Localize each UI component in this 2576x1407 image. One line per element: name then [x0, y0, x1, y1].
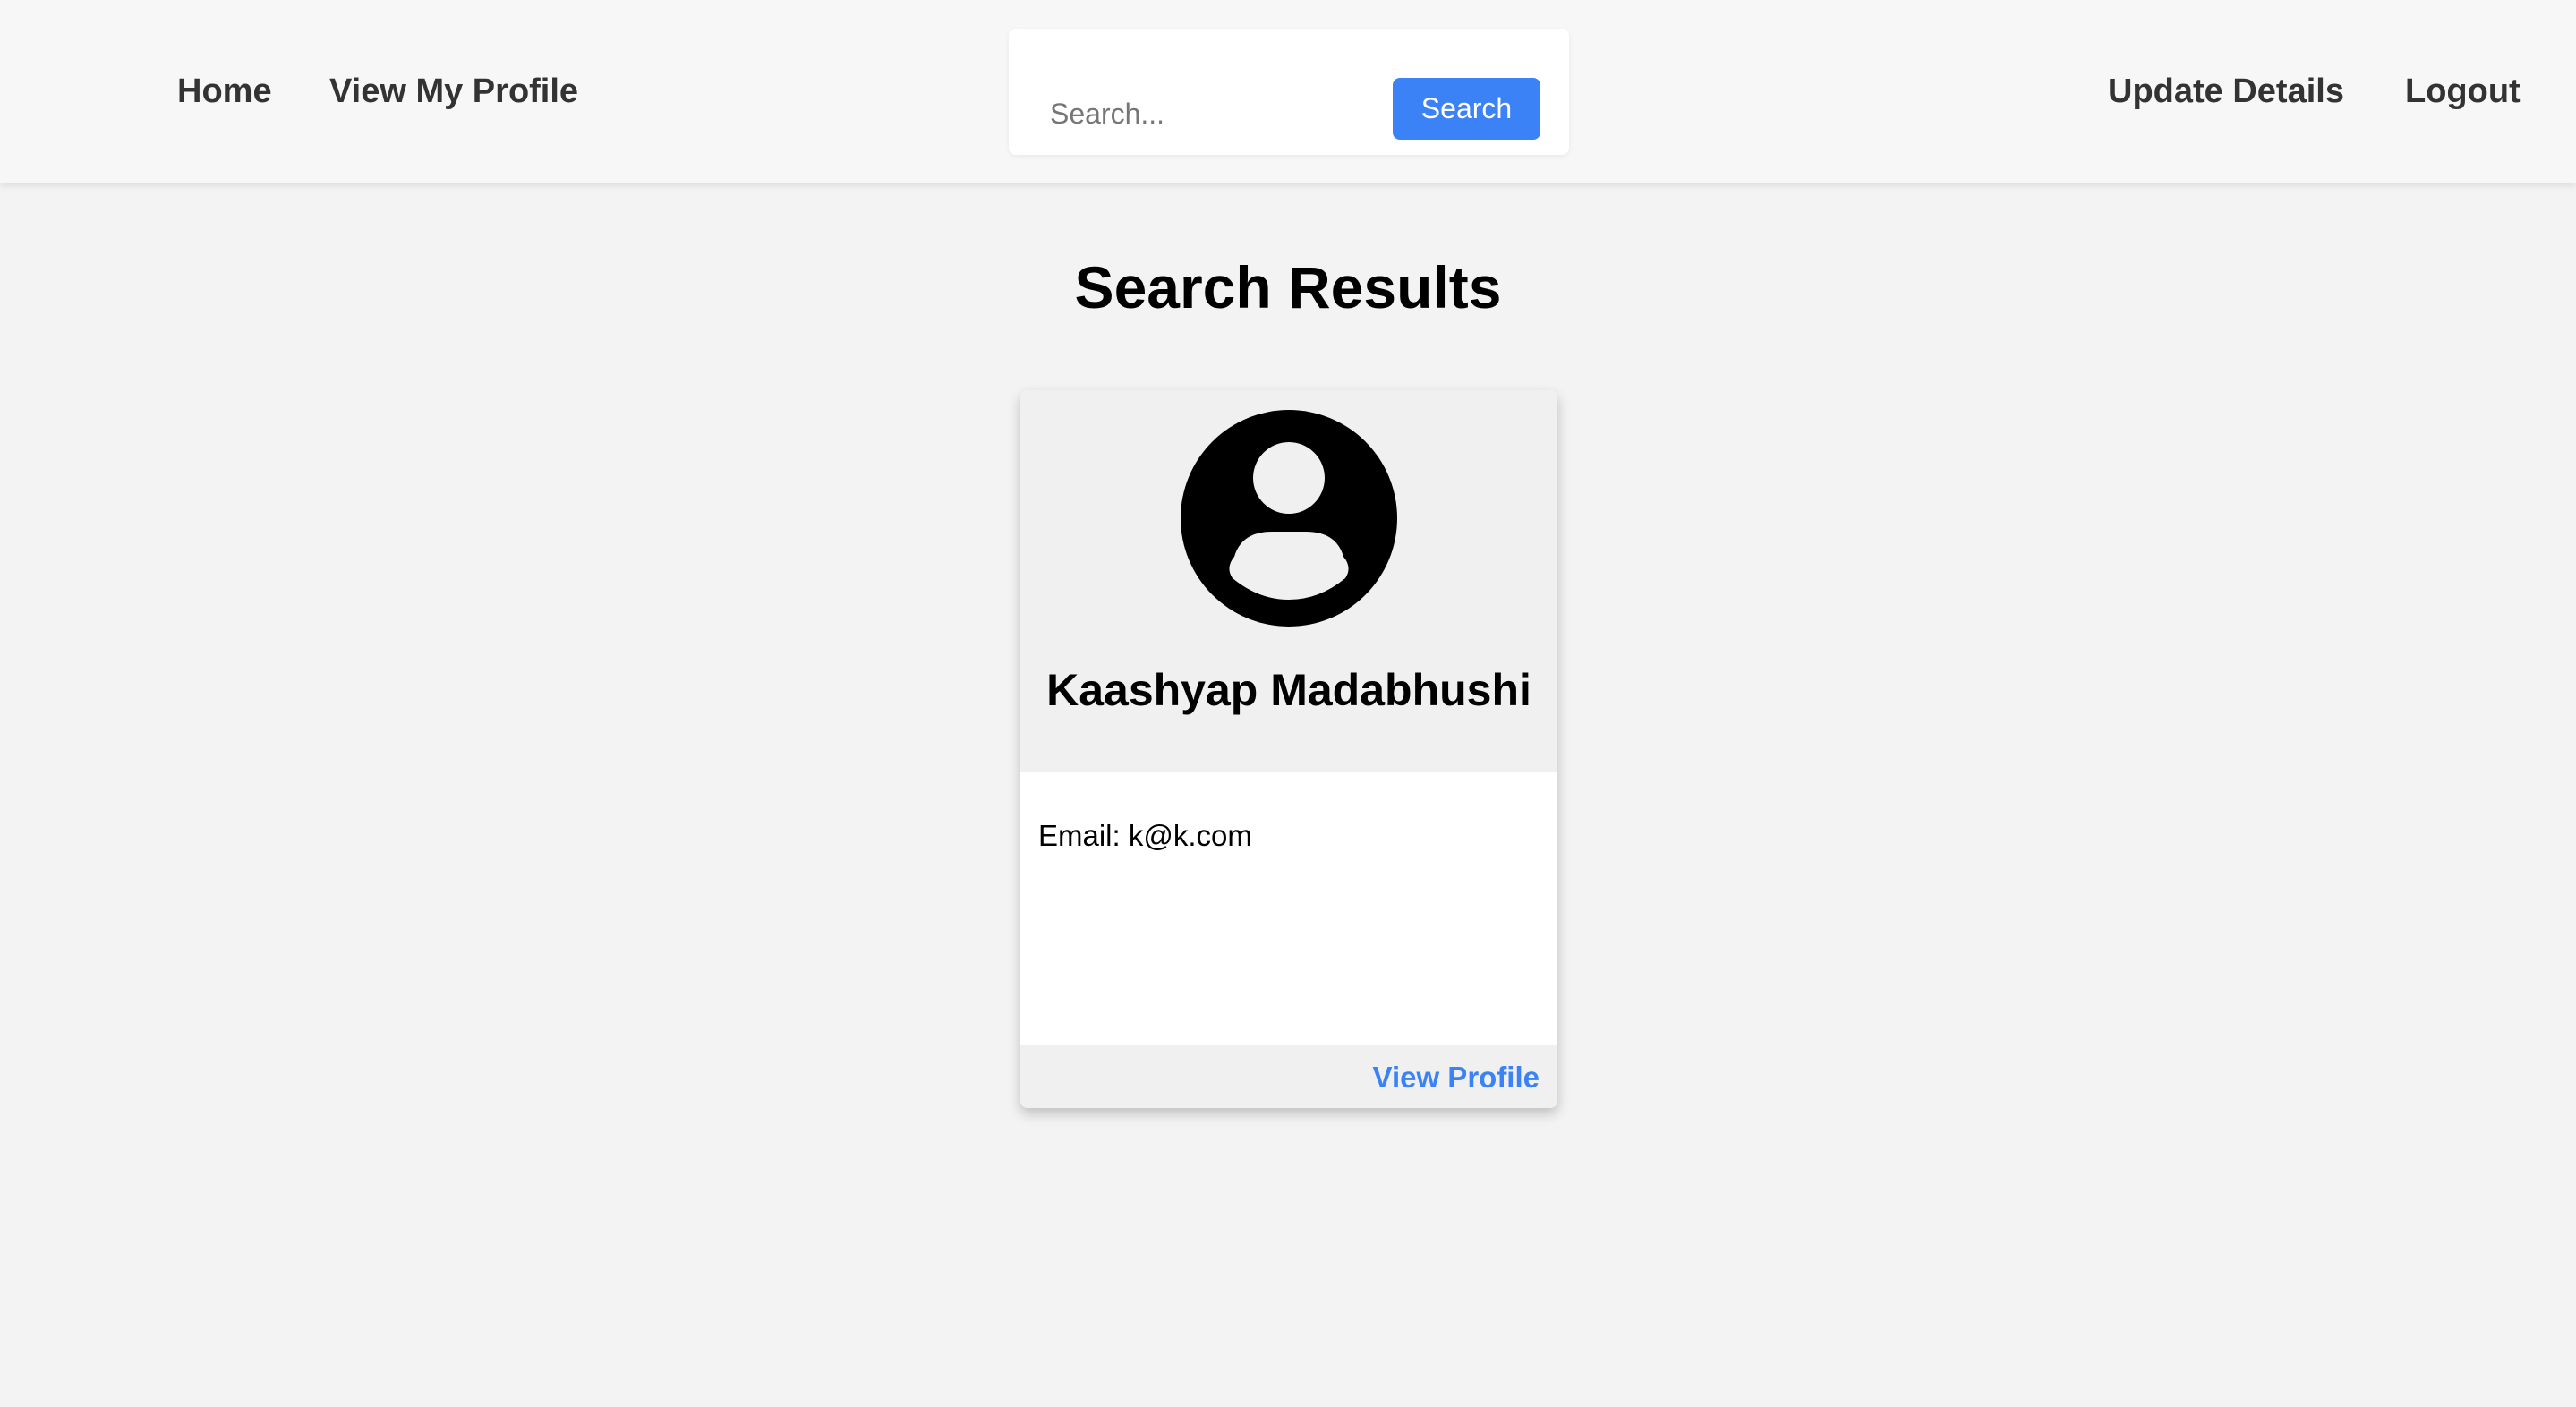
- card-header: Kaashyap Madabhushi: [1020, 390, 1557, 772]
- email-label: Email:: [1038, 819, 1121, 852]
- search-button[interactable]: Search: [1393, 78, 1540, 140]
- result-card: Kaashyap Madabhushi Email: k@k.com View …: [1020, 390, 1557, 1108]
- search-input[interactable]: [1050, 91, 1381, 136]
- nav-view-my-profile-link[interactable]: View My Profile: [329, 67, 578, 115]
- nav-home-link[interactable]: Home: [177, 67, 272, 115]
- top-navbar: Home View My Profile Search Update Detai…: [0, 0, 2576, 183]
- card-footer: View Profile: [1020, 1045, 1557, 1108]
- email-value: k@k.com: [1128, 819, 1252, 852]
- view-profile-link[interactable]: View Profile: [1373, 1058, 1540, 1097]
- search-form: Search: [1009, 29, 1569, 155]
- page-title: Search Results: [1074, 254, 1502, 320]
- user-circle-icon: [1181, 410, 1397, 627]
- nav-logout-link[interactable]: Logout: [2405, 67, 2521, 115]
- card-body: Email: k@k.com: [1020, 772, 1557, 1045]
- nav-update-details-link[interactable]: Update Details: [2108, 67, 2344, 115]
- result-name: Kaashyap Madabhushi: [1046, 665, 1531, 715]
- result-email: Email: k@k.com: [1038, 816, 1252, 856]
